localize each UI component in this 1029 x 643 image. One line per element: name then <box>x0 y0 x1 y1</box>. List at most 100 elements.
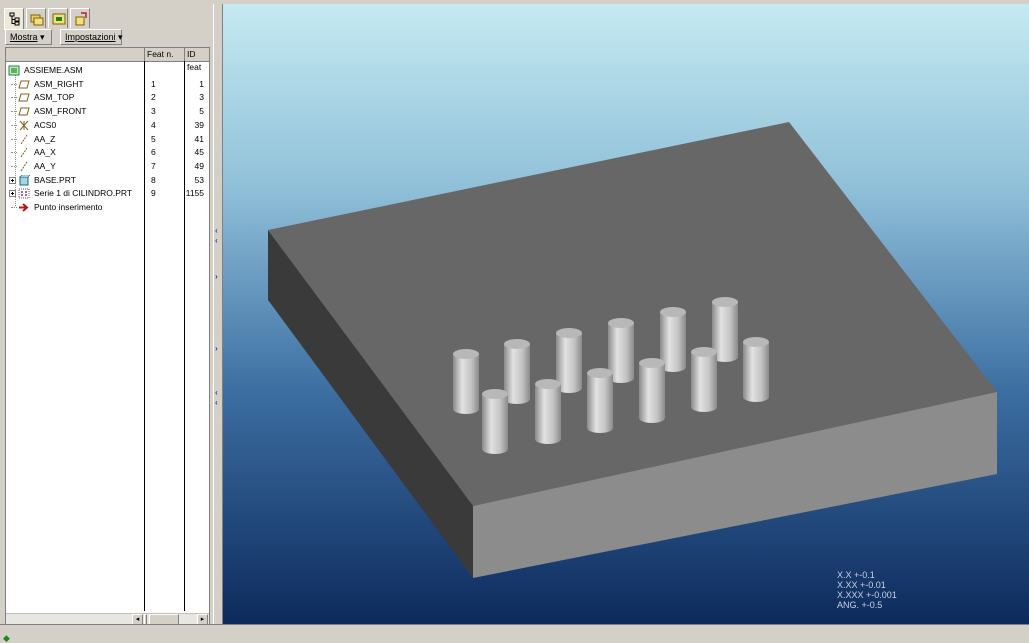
tree-row[interactable]: ASSIEME.ASM <box>6 64 209 77</box>
coordinate-system-icon <box>18 120 30 131</box>
expand-arrow-icon[interactable]: › <box>215 272 218 281</box>
tree-row-feat-id: 45 <box>194 147 204 158</box>
favorites-icon <box>52 13 66 25</box>
status-bar: ◆ <box>0 624 1029 643</box>
tree-row-feat-id: 53 <box>194 174 204 185</box>
tree-connector <box>11 152 17 154</box>
tree-row-feat-id: 3 <box>199 92 204 103</box>
cylinder-part[interactable] <box>482 389 508 454</box>
tree-row[interactable]: ASM_FRONT 3 5 <box>6 105 209 118</box>
datum-plane-icon <box>18 79 30 90</box>
tree-row[interactable]: AA_Y 7 49 <box>6 160 209 173</box>
settings-menu-label: Impostazioni <box>65 32 116 42</box>
tree-column-header: Feat n. ID feat <box>6 48 209 72</box>
column-feat-id[interactable]: ID feat <box>184 48 209 72</box>
cylinder-part[interactable] <box>691 347 717 412</box>
tree-row-feat-number: 3 <box>151 106 156 117</box>
column-feat-number[interactable]: Feat n. <box>144 48 184 61</box>
tree-row[interactable]: BASE.PRT 8 53 <box>6 174 209 187</box>
show-menu-button[interactable]: Mostra ▾ <box>5 29 52 45</box>
tree-row-feat-number: 2 <box>151 92 156 103</box>
tree-row-label: Serie 1 di CILINDRO.PRT <box>34 188 133 199</box>
tree-row-feat-id: 1 <box>199 78 204 89</box>
tree-row-label: ACS0 <box>34 119 57 130</box>
collapse-arrow-icon[interactable]: ‹ <box>215 398 218 407</box>
tree-row-label: ASM_FRONT <box>34 106 87 117</box>
tree-row-label: ASM_RIGHT <box>34 78 84 89</box>
collapse-arrow-icon[interactable]: ‹ <box>215 236 218 245</box>
cylinder-part[interactable] <box>453 349 479 414</box>
assembly-icon <box>8 65 20 76</box>
cylinder-part[interactable] <box>535 379 561 444</box>
expand-toggle-icon[interactable] <box>9 190 16 198</box>
tree-row-label: Punto inserimento <box>34 202 103 212</box>
datum-axis-icon <box>18 134 30 145</box>
tree-connector <box>11 97 17 99</box>
tree-row-feat-number: 1 <box>151 78 156 89</box>
tree-connector <box>11 83 17 85</box>
model-tree: Feat n. ID feat ASSIEME.ASM ASM_RIGHT 1 1 AS… <box>5 47 210 627</box>
tree-row-feat-number: 9 <box>151 188 156 199</box>
collapse-arrow-icon[interactable]: ‹ <box>215 226 218 235</box>
model-canvas[interactable] <box>223 4 1029 624</box>
cylinder-part[interactable] <box>587 368 613 433</box>
tree-row-feat-number: 8 <box>151 174 156 185</box>
graphics-viewport[interactable]: X.X +-0.1 X.XX +-0.01 X.XXX +-0.001 ANG.… <box>223 4 1029 624</box>
tree-row-feat-number: 5 <box>151 133 156 144</box>
connections-icon <box>75 12 87 26</box>
tree-row[interactable]: ASM_RIGHT 1 1 <box>6 78 209 91</box>
show-menu-label: Mostra <box>10 32 38 42</box>
status-icon: ◆ <box>3 633 10 643</box>
datum-axis-icon <box>18 147 30 158</box>
tree-row-label: AA_Z <box>34 133 56 144</box>
column-name[interactable] <box>6 48 144 61</box>
tree-connector <box>11 165 17 167</box>
tab-favorites[interactable] <box>48 8 68 28</box>
tree-row-feat-id: 41 <box>194 133 204 144</box>
model-tree-icon <box>9 12 20 26</box>
tree-row-feat-number: 6 <box>151 147 156 158</box>
tree-row[interactable]: ASM_TOP 2 3 <box>6 91 209 104</box>
tree-row[interactable]: AA_X 6 45 <box>6 146 209 159</box>
panel-splitter[interactable]: ‹ ‹ › › ‹ ‹ <box>213 4 223 624</box>
tree-row-feat-id: 1155 <box>185 188 204 199</box>
tree-row-label: ASM_TOP <box>34 92 75 103</box>
tree-connector <box>11 124 17 126</box>
tree-row-label: ASSIEME.ASM <box>24 65 83 75</box>
model-tree-panel: Mostra ▾ Impostazioni ▾ Feat n. ID feat … <box>0 4 213 627</box>
settings-menu-button[interactable]: Impostazioni ▾ <box>60 29 123 45</box>
tree-row-label: AA_X <box>34 147 56 158</box>
pattern-icon <box>18 188 30 199</box>
cylinder-part[interactable] <box>639 358 665 423</box>
tree-row[interactable]: Punto inserimento <box>6 201 209 214</box>
datum-axis-icon <box>18 161 30 172</box>
expand-toggle-icon[interactable] <box>9 176 16 184</box>
insert-arrow-icon <box>18 202 30 213</box>
tolerance-line: X.XXX +-0.001 <box>837 590 897 600</box>
expand-arrow-icon[interactable]: › <box>215 344 218 353</box>
tab-folder-browser[interactable] <box>26 8 46 28</box>
tab-model-tree[interactable] <box>4 8 24 30</box>
tree-row-feat-id: 39 <box>194 119 204 130</box>
tree-row[interactable]: AA_Z 5 41 <box>6 133 209 146</box>
cylinder-part[interactable] <box>743 337 769 402</box>
chevron-down-icon: ▾ <box>118 32 123 42</box>
tree-row-feat-id: 5 <box>199 106 204 117</box>
collapse-arrow-icon[interactable]: ‹ <box>215 388 218 397</box>
tolerance-line: ANG. +-0.5 <box>837 600 883 610</box>
tree-toolbar: Mostra ▾ Impostazioni ▾ <box>5 28 211 46</box>
tree-connector <box>11 138 17 140</box>
datum-plane-icon <box>18 92 30 103</box>
part-icon <box>18 174 31 186</box>
tree-connector <box>11 207 17 208</box>
datum-plane-icon <box>18 106 30 117</box>
tab-connections[interactable] <box>70 8 90 28</box>
folder-browser-icon <box>30 14 44 26</box>
tree-row[interactable]: ACS0 4 39 <box>6 119 209 132</box>
tree-connector <box>11 111 17 113</box>
tree-row-feat-number: 7 <box>151 160 156 171</box>
tolerance-table: X.X +-0.1 X.XX +-0.01 X.XXX +-0.001 ANG.… <box>837 570 897 610</box>
tree-row[interactable]: Serie 1 di CILINDRO.PRT 9 1155 <box>6 187 209 200</box>
chevron-down-icon: ▾ <box>40 32 45 42</box>
tree-row-label: AA_Y <box>34 160 56 171</box>
